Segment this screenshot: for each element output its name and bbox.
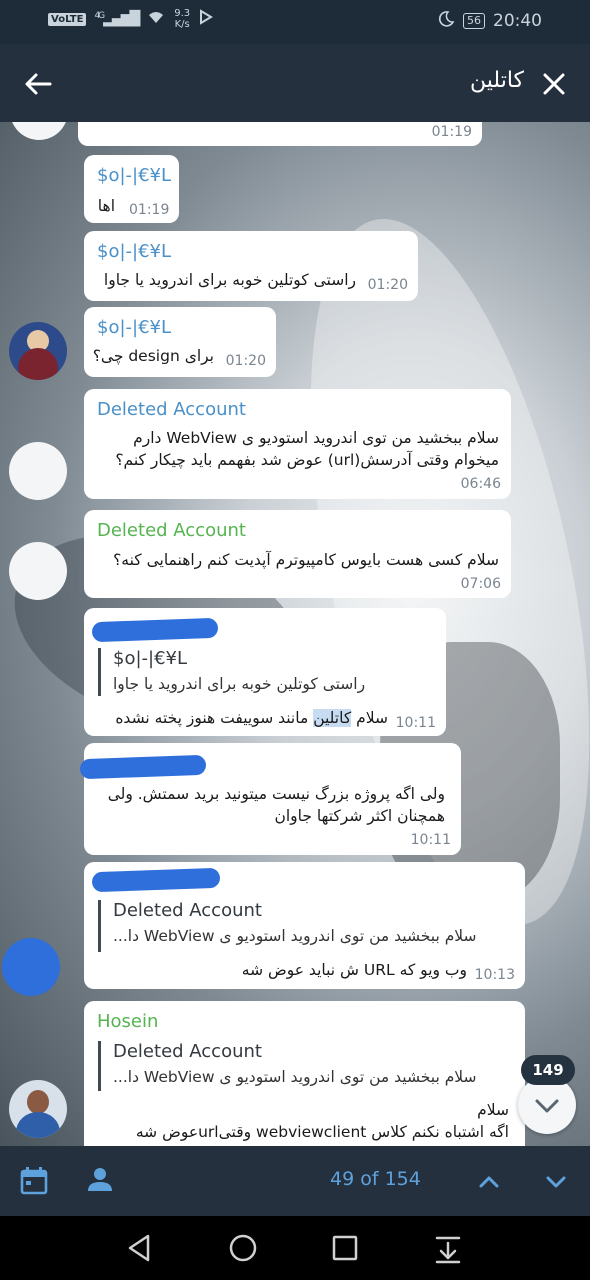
message-bubble[interactable]: $o|-|€¥L برای design چی؟ 01:20 [84, 307, 276, 377]
quote-sender: $o|-|€¥L [113, 648, 188, 669]
battery-indicator: 56 [463, 13, 485, 29]
square-recents-icon [332, 1235, 358, 1261]
search-navigation-bar: 49 of 154 [0, 1146, 590, 1216]
message-bubble[interactable]: Deleted Account سلام کسی هست بایوس کامپی… [84, 510, 511, 598]
chevron-up-icon [479, 1176, 499, 1188]
message-time: 01:20 [225, 353, 266, 369]
message-text: اها [97, 197, 115, 215]
quote-text: سلام ببخشید من توی اندروید استودیو ی Web… [113, 1068, 477, 1086]
message-text: سلام ببخشید من توی اندروید استودیو ی Web… [133, 429, 499, 447]
avatar[interactable] [9, 442, 67, 500]
reply-quote[interactable]: $o|-|€¥L راستی کوتلین خوبه برای اندروید … [98, 648, 365, 696]
sender-name[interactable]: $o|-|€¥L [97, 165, 171, 186]
message-time: 10:11 [395, 715, 436, 731]
circle-home-icon [229, 1234, 257, 1262]
message-text: ولی اگه پروژه بزرگ نیست میتونید برید سمت… [107, 785, 445, 803]
sender-name[interactable]: $o|-|€¥L [97, 317, 171, 338]
avatar[interactable] [2, 938, 60, 996]
message-time: 01:19 [431, 124, 472, 140]
message-bubble[interactable]: 01:19 [78, 122, 482, 146]
moon-icon [437, 10, 455, 32]
quote-sender: Deleted Account [113, 1041, 262, 1062]
sender-name[interactable]: Hosein [97, 1011, 158, 1032]
message-time: 07:06 [460, 576, 501, 592]
system-navigation-bar [0, 1216, 590, 1280]
search-result-counter: 49 of 154 [330, 1168, 421, 1190]
message-text: میخوام وقتی آدرسش(url) عوض شد بفهمم باید… [115, 451, 499, 469]
message-time: 01:19 [129, 202, 170, 218]
nav-notification-pull-button[interactable] [428, 1228, 468, 1268]
quote-text: سلام ببخشید من توی اندروید استودیو ی Web… [113, 927, 477, 945]
previous-result-button[interactable] [467, 1159, 511, 1203]
search-by-user-button[interactable] [78, 1159, 122, 1203]
message-bubble[interactable]: Deleted Account سلام ببخشید من توی اندرو… [84, 389, 511, 499]
status-clock: 20:40 [493, 11, 542, 31]
unread-badge: 149 [521, 1055, 575, 1085]
network-type: 4G▂▄▆█ [94, 11, 140, 27]
triangle-back-icon [128, 1234, 150, 1262]
message-text: وب ویو که URL ش نباید عوض شه [241, 961, 467, 979]
volte-badge: VoLTE [48, 12, 87, 26]
chat-area[interactable]: 01:19 $o|-|€¥L 01:19 اها $o|-|€¥L راستی … [0, 122, 590, 1146]
message-text: سلام کسی هست بایوس کامپیوترم آپدیت کنم ر… [113, 551, 499, 569]
status-bar: VoLTE 4G▂▄▆█ 9.3 K/s 56 20:40 [0, 0, 590, 44]
message-time: 06:46 [460, 476, 501, 492]
search-highlight: کاتلین [313, 709, 352, 727]
avatar[interactable] [10, 122, 68, 140]
message-text: سلام کاتلین مانند سوییفت هنوز پخته نشده [115, 709, 388, 727]
quote-text: راستی کوتلین خوبه برای اندروید یا جاوا [113, 675, 366, 693]
back-button[interactable] [16, 62, 60, 106]
reply-quote[interactable]: Deleted Account سلام ببخشید من توی اندرو… [98, 900, 477, 952]
clear-search-button[interactable] [532, 62, 576, 106]
reply-quote[interactable]: Deleted Account سلام ببخشید من توی اندرو… [98, 1041, 477, 1091]
message-bubble[interactable]: $o|-|€¥L راستی کوتلین خوبه برای اندروید … [84, 231, 418, 301]
message-text: راستی کوتلین خوبه برای اندروید یا جاوا [103, 271, 356, 289]
message-bubble[interactable]: $o|-|€¥L راستی کوتلین خوبه برای اندروید … [84, 608, 446, 736]
message-text: سلام [477, 1101, 509, 1119]
jump-to-date-button[interactable] [12, 1159, 56, 1203]
search-header: کاتلین [0, 44, 590, 122]
sender-name[interactable]: $o|-|€¥L [97, 241, 171, 262]
nav-recents-button[interactable] [325, 1228, 365, 1268]
message-bubble[interactable]: Deleted Account سلام ببخشید من توی اندرو… [84, 862, 525, 989]
sender-name[interactable]: Deleted Account [97, 520, 246, 541]
message-text: برای design چی؟ [92, 347, 214, 365]
redacted-name [91, 867, 221, 893]
quote-sender: Deleted Account [113, 900, 262, 921]
person-icon [88, 1168, 112, 1191]
message-time: 10:13 [474, 967, 515, 983]
search-query[interactable]: کاتلین [470, 68, 524, 93]
sender-name[interactable]: Deleted Account [97, 399, 246, 420]
network-speed: 9.3 K/s [174, 8, 191, 30]
calendar-icon [20, 1167, 48, 1195]
avatar[interactable] [9, 542, 67, 600]
message-bubble[interactable]: $o|-|€¥L 01:19 اها [84, 155, 179, 223]
message-time: 10:11 [410, 832, 451, 848]
message-text: همچنان اکثر شرکتها جاوان [274, 807, 445, 825]
chevron-down-icon [546, 1176, 566, 1188]
avatar[interactable] [9, 1080, 67, 1138]
nav-home-button[interactable] [223, 1228, 263, 1268]
redacted-name [79, 754, 207, 780]
message-bubble[interactable]: Hosein Deleted Account سلام ببخشید من تو… [84, 1001, 525, 1146]
close-icon [543, 73, 565, 95]
message-text: اگه اشتباه نکنم کلاس webviewclient وقتیu… [135, 1123, 509, 1141]
nav-back-button[interactable] [120, 1228, 160, 1268]
wifi-icon [146, 9, 166, 29]
avatar[interactable] [9, 322, 67, 380]
data-saver-icon [198, 9, 214, 29]
arrow-left-icon [25, 73, 52, 95]
next-result-button[interactable] [534, 1159, 578, 1203]
redacted-name [91, 617, 219, 643]
message-time: 01:20 [367, 277, 408, 293]
message-bubble[interactable]: ولی اگه پروژه بزرگ نیست میتونید برید سمت… [79, 743, 461, 855]
pull-down-icon [435, 1236, 461, 1264]
